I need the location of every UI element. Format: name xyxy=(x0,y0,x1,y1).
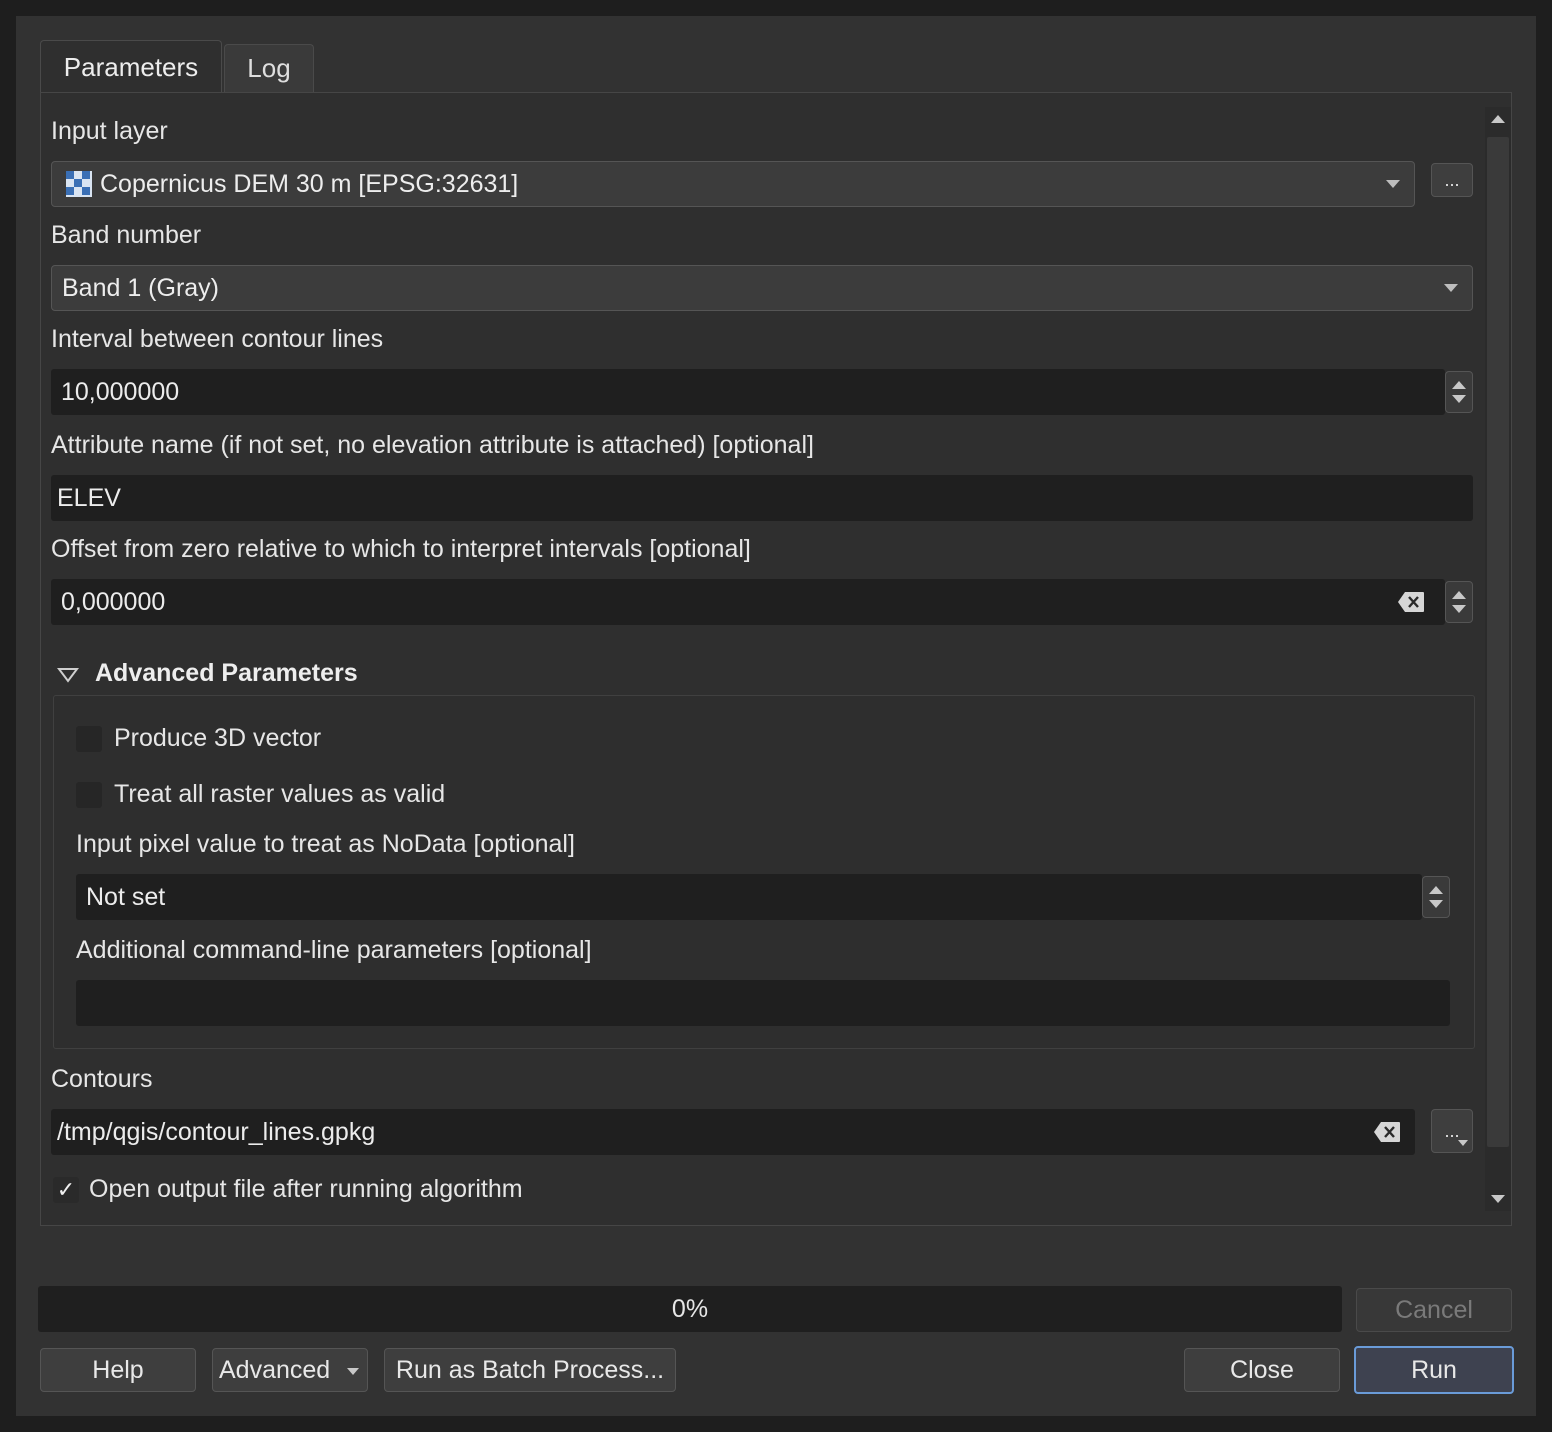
input-layer-value: Copernicus DEM 30 m [EPSG:32631] xyxy=(100,169,519,198)
clear-icon[interactable] xyxy=(1373,1121,1401,1143)
contours-output-value: /tmp/qgis/contour_lines.gpkg xyxy=(57,1117,376,1146)
nodata-spinner[interactable] xyxy=(1422,876,1450,918)
treat-valid-checkbox[interactable] xyxy=(76,782,102,808)
produce-3d-checkbox[interactable] xyxy=(76,726,102,752)
scroll-up-icon[interactable] xyxy=(1491,115,1505,123)
advanced-button[interactable]: Advanced xyxy=(212,1348,368,1392)
spin-up-icon[interactable] xyxy=(1452,591,1466,599)
extra-params-label: Additional command-line parameters [opti… xyxy=(76,936,592,964)
attribute-name-input[interactable]: ELEV xyxy=(51,475,1473,521)
nodata-value: Not set xyxy=(86,882,166,911)
contours-output-input[interactable]: /tmp/qgis/contour_lines.gpkg xyxy=(51,1109,1415,1155)
progress-bar: 0% xyxy=(38,1286,1342,1332)
clear-icon[interactable] xyxy=(1397,591,1425,613)
open-output-checkbox[interactable]: ✓ xyxy=(53,1177,79,1203)
treat-valid-label: Treat all raster values as valid xyxy=(114,780,446,808)
open-output-label: Open output file after running algorithm xyxy=(89,1175,523,1203)
input-layer-browse-button[interactable]: ... xyxy=(1431,163,1473,197)
collapse-triangle-icon[interactable] xyxy=(57,667,79,683)
spin-down-icon[interactable] xyxy=(1452,605,1466,613)
raster-layer-icon xyxy=(66,171,92,197)
attribute-name-value: ELEV xyxy=(57,483,121,512)
contours-label: Contours xyxy=(51,1065,153,1093)
vertical-scrollbar[interactable] xyxy=(1485,107,1511,1211)
scrollbar-thumb[interactable] xyxy=(1487,137,1509,1147)
band-number-label: Band number xyxy=(51,221,202,249)
nodata-input[interactable]: Not set xyxy=(76,874,1422,920)
band-number-combo[interactable]: Band 1 (Gray) xyxy=(51,265,1473,311)
checkmark-icon: ✓ xyxy=(56,1177,76,1202)
offset-input[interactable]: 0,000000 xyxy=(51,579,1445,625)
advanced-parameters-group: Produce 3D vector Treat all raster value… xyxy=(53,695,1475,1049)
chevron-down-icon xyxy=(1386,180,1400,188)
spin-down-icon[interactable] xyxy=(1452,395,1466,403)
input-layer-label: Input layer xyxy=(51,117,168,145)
close-button[interactable]: Close xyxy=(1184,1348,1340,1392)
run-batch-button[interactable]: Run as Batch Process... xyxy=(384,1348,676,1392)
interval-label: Interval between contour lines xyxy=(51,325,384,353)
parameters-panel: Input layer Copernicus DEM 30 m [EPSG:32… xyxy=(40,92,1512,1226)
offset-value: 0,000000 xyxy=(61,587,166,616)
help-button[interactable]: Help xyxy=(40,1348,196,1392)
spin-up-icon[interactable] xyxy=(1429,886,1443,894)
chevron-down-icon xyxy=(347,1368,359,1375)
spin-up-icon[interactable] xyxy=(1452,381,1466,389)
run-button[interactable]: Run xyxy=(1354,1346,1514,1394)
advanced-button-label: Advanced xyxy=(219,1355,331,1384)
tab-parameters[interactable]: Parameters xyxy=(40,40,222,94)
interval-input[interactable]: 10,000000 xyxy=(51,369,1445,415)
interval-spinner[interactable] xyxy=(1445,371,1473,413)
band-number-value: Band 1 (Gray) xyxy=(62,273,220,302)
offset-label: Offset from zero relative to which to in… xyxy=(51,535,751,563)
chevron-down-icon xyxy=(1444,284,1458,292)
offset-spinner[interactable] xyxy=(1445,581,1473,623)
attribute-name-label: Attribute name (if not set, no elevation… xyxy=(51,431,814,459)
interval-value: 10,000000 xyxy=(61,377,180,406)
dropdown-arrow-icon xyxy=(1458,1140,1468,1146)
scroll-down-icon[interactable] xyxy=(1491,1195,1505,1203)
extra-params-input[interactable] xyxy=(76,980,1450,1026)
input-layer-combo[interactable]: Copernicus DEM 30 m [EPSG:32631] xyxy=(51,161,1415,207)
progress-text: 0% xyxy=(671,1294,709,1323)
nodata-label: Input pixel value to treat as NoData [op… xyxy=(76,830,575,858)
tab-log[interactable]: Log xyxy=(224,44,314,92)
spin-down-icon[interactable] xyxy=(1429,900,1443,908)
contours-browse-label: ... xyxy=(1444,1120,1460,1141)
processing-dialog: Parameters Log Input layer Copernicus DE… xyxy=(16,16,1536,1416)
advanced-parameters-header[interactable]: Advanced Parameters xyxy=(95,659,358,688)
cancel-button[interactable]: Cancel xyxy=(1356,1288,1512,1332)
produce-3d-label: Produce 3D vector xyxy=(114,724,322,752)
contours-browse-button[interactable]: ... xyxy=(1431,1109,1473,1153)
